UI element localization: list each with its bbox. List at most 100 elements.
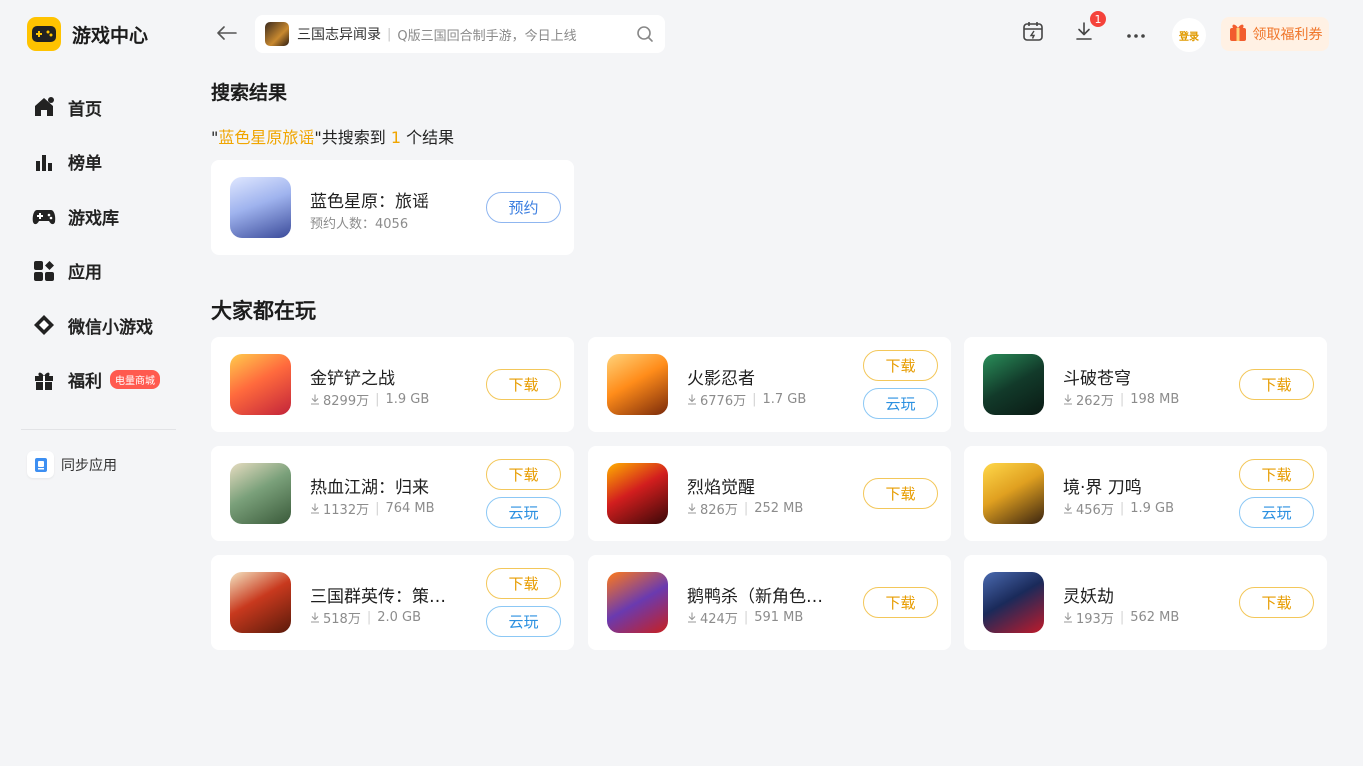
download-small-icon xyxy=(687,503,697,514)
game-name: 斗破苍穹 xyxy=(1063,369,1131,389)
meta-separator: | xyxy=(752,392,757,407)
game-meta: 8299万 | 1.9 GB xyxy=(310,390,429,409)
game-name: 鹅鸭杀（新角色登... xyxy=(687,587,837,607)
download-count: 518万 xyxy=(323,612,361,627)
sidebar-item-wechat-games[interactable]: 微信小游戏 xyxy=(32,298,160,353)
meta-separator: | xyxy=(1119,610,1125,625)
login-button[interactable]: 登录 xyxy=(1172,18,1206,52)
search-separator: | xyxy=(387,26,392,42)
app-logo-icon xyxy=(27,17,61,51)
download-button[interactable]: 下载 xyxy=(863,350,938,381)
game-card[interactable]: 鹅鸭杀（新角色登... 424万 | 591 MB 下载 xyxy=(588,555,951,650)
sync-apps-button[interactable]: 同步应用 xyxy=(27,451,117,478)
game-card[interactable]: 三国群英传：策定... 518万 | 2.0 GB 下载云玩 xyxy=(211,555,574,650)
game-size: 764 MB xyxy=(385,501,435,516)
coupon-button[interactable]: 领取福利券 xyxy=(1221,17,1329,51)
game-meta: 193万 | 562 MB xyxy=(1063,608,1179,627)
download-small-icon xyxy=(687,612,697,623)
game-meta: 518万 | 2.0 GB xyxy=(310,608,421,627)
calendar-button[interactable] xyxy=(1020,20,1046,46)
download-button[interactable]: 下载 xyxy=(486,459,561,490)
sidebar-item-library[interactable]: 游戏库 xyxy=(32,189,160,244)
sidebar-item-welfare[interactable]: 福利 电量商城 xyxy=(32,353,160,408)
download-button[interactable]: 下载 xyxy=(1239,369,1314,400)
game-meta: 424万 | 591 MB xyxy=(687,608,803,627)
sidebar-item-apps[interactable]: 应用 xyxy=(32,244,160,299)
game-icon xyxy=(230,177,291,238)
game-meta: 456万 | 1.9 GB xyxy=(1063,499,1174,518)
game-card[interactable]: 烈焰觉醒 826万 | 252 MB 下载 xyxy=(588,446,951,541)
download-small-icon xyxy=(310,394,320,405)
search-bar[interactable]: 三国志异闻录 | Q版三国回合制手游，今日上线 xyxy=(255,15,665,53)
game-icon xyxy=(983,572,1044,633)
download-small-icon xyxy=(1063,394,1073,405)
game-card[interactable]: 金铲铲之战 8299万 | 1.9 GB 下载 xyxy=(211,337,574,432)
results-count: 1 xyxy=(390,128,402,147)
cloud-play-button[interactable]: 云玩 xyxy=(486,497,561,528)
sidebar-item-home[interactable]: 首页 xyxy=(32,80,160,135)
download-button[interactable]: 下载 xyxy=(863,587,938,618)
download-count: 1132万 xyxy=(323,503,370,518)
sidebar-item-ranking[interactable]: 榜单 xyxy=(32,135,160,190)
download-small-icon xyxy=(687,394,697,405)
cloud-play-button[interactable]: 云玩 xyxy=(486,606,561,637)
game-size: 198 MB xyxy=(1130,392,1180,407)
game-name: 境·界 刀鸣 xyxy=(1063,478,1142,498)
sidebar-nav: 首页 榜单 游戏库 应用 微信小游戏 福利 电量商城 xyxy=(32,80,160,407)
search-suggestion-game-icon xyxy=(265,22,289,46)
reserve-button[interactable]: 预约 xyxy=(486,192,561,223)
game-card[interactable]: 境·界 刀鸣 456万 | 1.9 GB 下载云玩 xyxy=(964,446,1327,541)
game-icon xyxy=(983,463,1044,524)
more-button[interactable] xyxy=(1123,20,1149,46)
back-button[interactable] xyxy=(213,20,241,48)
game-meta: 262万 | 198 MB xyxy=(1063,390,1179,409)
search-result-card[interactable]: 蓝色星原：旅谣 预约人数：4056 预约 xyxy=(211,160,574,255)
cloud-play-button[interactable]: 云玩 xyxy=(863,388,938,419)
download-button[interactable]: 下载 xyxy=(486,369,561,400)
game-card[interactable]: 火影忍者 6776万 | 1.7 GB 下载 云玩 xyxy=(588,337,951,432)
game-card[interactable]: 灵妖劫 193万 | 562 MB 下载 xyxy=(964,555,1327,650)
download-count: 424万 xyxy=(700,612,738,627)
calendar-icon xyxy=(1022,20,1044,46)
download-small-icon xyxy=(310,503,320,514)
results-title: 搜索结果 xyxy=(211,82,288,104)
game-size: 562 MB xyxy=(1130,610,1180,625)
sync-icon xyxy=(27,451,54,478)
download-button[interactable]: 下载 xyxy=(1239,587,1314,618)
results-suffix: 个结果 xyxy=(401,128,455,147)
game-name: 三国群英传：策定... xyxy=(310,587,460,607)
game-card[interactable]: 斗破苍穹 262万 | 198 MB 下载 xyxy=(964,337,1327,432)
game-name: 烈焰觉醒 xyxy=(687,478,755,498)
download-small-icon xyxy=(1063,612,1073,623)
download-button[interactable]: 下载 xyxy=(486,568,561,599)
wechat-game-icon xyxy=(32,313,56,337)
sidebar-item-label: 首页 xyxy=(68,99,102,120)
popular-title: 大家都在玩 xyxy=(211,299,316,323)
game-size: 252 MB xyxy=(754,501,804,516)
game-card[interactable]: 热血江湖：归来 1132万 | 764 MB 下载 云玩 xyxy=(211,446,574,541)
download-small-icon xyxy=(1063,503,1073,514)
results-mid-text: "共搜索到 xyxy=(314,128,391,147)
meta-separator: | xyxy=(1119,392,1125,407)
sidebar-item-label: 福利 xyxy=(68,372,102,393)
game-meta: 826万 | 252 MB xyxy=(687,499,803,518)
game-icon xyxy=(607,463,668,524)
sidebar: 游戏中心 首页 榜单 游戏库 应用 微信小游戏 福利 电量商城 同步应用 xyxy=(0,0,198,766)
download-button[interactable]: 下载 xyxy=(1239,459,1314,490)
app-title: 游戏中心 xyxy=(72,24,149,47)
sidebar-divider xyxy=(21,429,176,430)
game-icon xyxy=(607,354,668,415)
meta-separator: | xyxy=(375,392,380,407)
gift-icon xyxy=(32,368,56,392)
cloud-play-button[interactable]: 云玩 xyxy=(1239,497,1314,528)
sidebar-item-label: 游戏库 xyxy=(68,208,119,229)
home-icon xyxy=(32,95,56,119)
search-query: 三国志异闻录 xyxy=(297,27,381,43)
download-count: 8299万 xyxy=(323,394,370,409)
search-hint: Q版三国回合制手游，今日上线 xyxy=(397,28,577,44)
download-button[interactable]: 下载 xyxy=(863,478,938,509)
reservation-count: 预约人数：4056 xyxy=(310,217,409,232)
chart-icon xyxy=(32,150,56,174)
search-icon[interactable] xyxy=(635,24,655,44)
coupon-gift-icon xyxy=(1228,22,1248,46)
